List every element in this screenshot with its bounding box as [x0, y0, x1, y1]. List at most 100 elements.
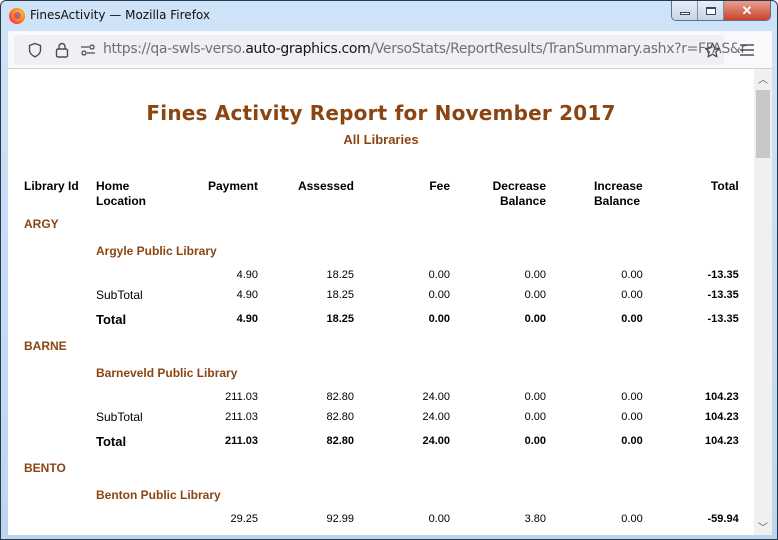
- library-name: Benton Public Library: [96, 488, 221, 502]
- spacer: [354, 237, 739, 265]
- col-library-id: Library Id: [24, 179, 79, 193]
- library-name-row: Barneveld Public Library: [24, 359, 739, 387]
- fee-cell: 0.00: [428, 269, 450, 281]
- library-id-row: ARGY: [24, 211, 739, 237]
- window-controls: ✕: [671, 1, 771, 21]
- col-home-location: Home Location: [96, 179, 146, 208]
- vertical-scrollbar[interactable]: ︿ ﹀: [754, 69, 772, 535]
- url-prefix: https://qa-swls-verso.: [103, 41, 246, 57]
- table-body: ARGY Argyle Public Library 4.90 18.25 0.00 0.…: [24, 211, 739, 529]
- spacer: [96, 455, 739, 481]
- payment-cell: 211.03: [224, 435, 258, 447]
- maximize-icon: [705, 6, 716, 15]
- increase-balance-cell: 0.00: [621, 391, 643, 403]
- payment-cell: 4.90: [236, 289, 258, 301]
- spacer: [24, 285, 96, 305]
- assessed-cell: 18.25: [326, 313, 354, 325]
- library-name: Barneveld Public Library: [96, 366, 238, 380]
- col-decrease-balance: Decrease Balance: [492, 179, 546, 208]
- fee-cell: 0.00: [428, 513, 450, 525]
- total-cell: 104.23: [705, 435, 739, 447]
- fee-cell: 24.00: [422, 411, 450, 423]
- spacer: [24, 427, 96, 455]
- url-path: /VersoStats/ReportResults/TranSummary.as…: [370, 41, 746, 57]
- fee-cell: 24.00: [422, 435, 450, 447]
- library-name: Argyle Public Library: [96, 244, 217, 258]
- subtotal-row: SubTotal 4.90 18.25 0.00 0.00 0.00 -13.35: [24, 285, 739, 305]
- col-total: Total: [710, 179, 739, 193]
- minimize-button[interactable]: [672, 1, 698, 20]
- total-row-label: Total: [96, 311, 127, 327]
- payment-cell: 211.03: [225, 411, 258, 423]
- col-increase-balance: Increase Balance: [594, 179, 643, 208]
- increase-balance-cell: 0.00: [621, 411, 643, 423]
- lock-icon[interactable]: [50, 35, 74, 65]
- spacer: [24, 387, 96, 407]
- detail-row-label: [96, 387, 186, 407]
- decrease-balance-cell: 0.00: [524, 289, 546, 301]
- detail-row: 4.90 18.25 0.00 0.00 0.00 -13.35: [24, 265, 739, 285]
- library-name-row: Benton Public Library: [24, 481, 739, 509]
- detail-row: 211.03 82.80 24.00 0.00 0.00 104.23: [24, 387, 739, 407]
- spacer: [24, 407, 96, 427]
- library-id: BENTO: [24, 461, 66, 475]
- window-title: FinesActivity — Mozilla Firefox: [30, 8, 210, 22]
- decrease-balance-cell: 0.00: [524, 313, 546, 325]
- spacer: [354, 359, 739, 387]
- spacer: [24, 305, 96, 333]
- total-cell: -13.35: [707, 289, 739, 301]
- menu-icon: [740, 44, 754, 56]
- fee-cell: 24.00: [422, 391, 450, 403]
- assessed-cell: 82.80: [326, 411, 354, 423]
- col-payment: Payment: [207, 179, 258, 193]
- report-subtitle: All Libraries: [343, 132, 419, 147]
- payment-cell: 29.25: [230, 513, 258, 525]
- spacer: [24, 359, 96, 387]
- library-name-row: Argyle Public Library: [24, 237, 739, 265]
- col-assessed: Assessed: [297, 179, 354, 193]
- menu-button[interactable]: [732, 35, 762, 65]
- fee-cell: 0.00: [428, 313, 450, 325]
- assessed-cell: 18.25: [326, 269, 354, 281]
- close-button[interactable]: ✕: [724, 1, 770, 20]
- detail-row: 29.25 92.99 0.00 3.80 0.00 -59.94: [24, 509, 739, 529]
- decrease-balance-cell: 3.80: [524, 513, 546, 525]
- total-cell: 104.23: [705, 411, 739, 423]
- page-content: Fines Activity Report for November 2017 …: [8, 69, 772, 535]
- total-row: Total 211.03 82.80 24.00 0.00 0.00 104.23: [24, 427, 739, 455]
- bookmark-star-icon[interactable]: [700, 35, 724, 65]
- maximize-button[interactable]: [698, 1, 724, 20]
- total-cell: -59.94: [707, 513, 739, 525]
- scroll-down-icon[interactable]: ﹀: [754, 517, 772, 535]
- library-id: BARNE: [24, 339, 67, 353]
- library-id-row: BENTO: [24, 455, 739, 481]
- subtotal-row: SubTotal 211.03 82.80 24.00 0.00 0.00 104.23: [24, 407, 739, 427]
- spacer: [24, 237, 96, 265]
- scrollbar-thumb[interactable]: [756, 90, 770, 158]
- spacer: [24, 481, 96, 509]
- scroll-up-icon[interactable]: ︿: [754, 69, 772, 87]
- shield-icon[interactable]: [22, 35, 48, 65]
- library-id: ARGY: [24, 217, 59, 231]
- decrease-balance-cell: 0.00: [524, 435, 546, 447]
- assessed-cell: 92.99: [326, 513, 354, 525]
- permissions-icon[interactable]: [76, 35, 100, 65]
- fee-cell: 0.00: [428, 289, 450, 301]
- increase-balance-cell: 0.00: [621, 313, 643, 325]
- firefox-logo-icon: [9, 8, 25, 24]
- assessed-cell: 82.80: [326, 435, 354, 447]
- url-bar[interactable]: https://qa-swls-verso.auto-graphics.com/…: [14, 35, 746, 65]
- subtotal-row-label: SubTotal: [96, 288, 143, 302]
- url-text[interactable]: https://qa-swls-verso.auto-graphics.com/…: [103, 41, 746, 57]
- spacer: [354, 481, 739, 509]
- spacer: [96, 211, 739, 237]
- browser-window: FinesActivity — Mozilla Firefox ✕ https:…: [0, 0, 778, 540]
- total-cell: 104.23: [705, 391, 739, 403]
- navigation-bar: https://qa-swls-verso.auto-graphics.com/…: [8, 31, 772, 69]
- spacer: [24, 509, 96, 529]
- total-cell: -13.35: [707, 269, 739, 281]
- detail-row-label: [96, 265, 186, 285]
- fines-table: Library Id Home Location Payment Assessed…: [24, 179, 739, 529]
- payment-cell: 211.03: [225, 391, 258, 403]
- total-row-label: Total: [96, 433, 127, 449]
